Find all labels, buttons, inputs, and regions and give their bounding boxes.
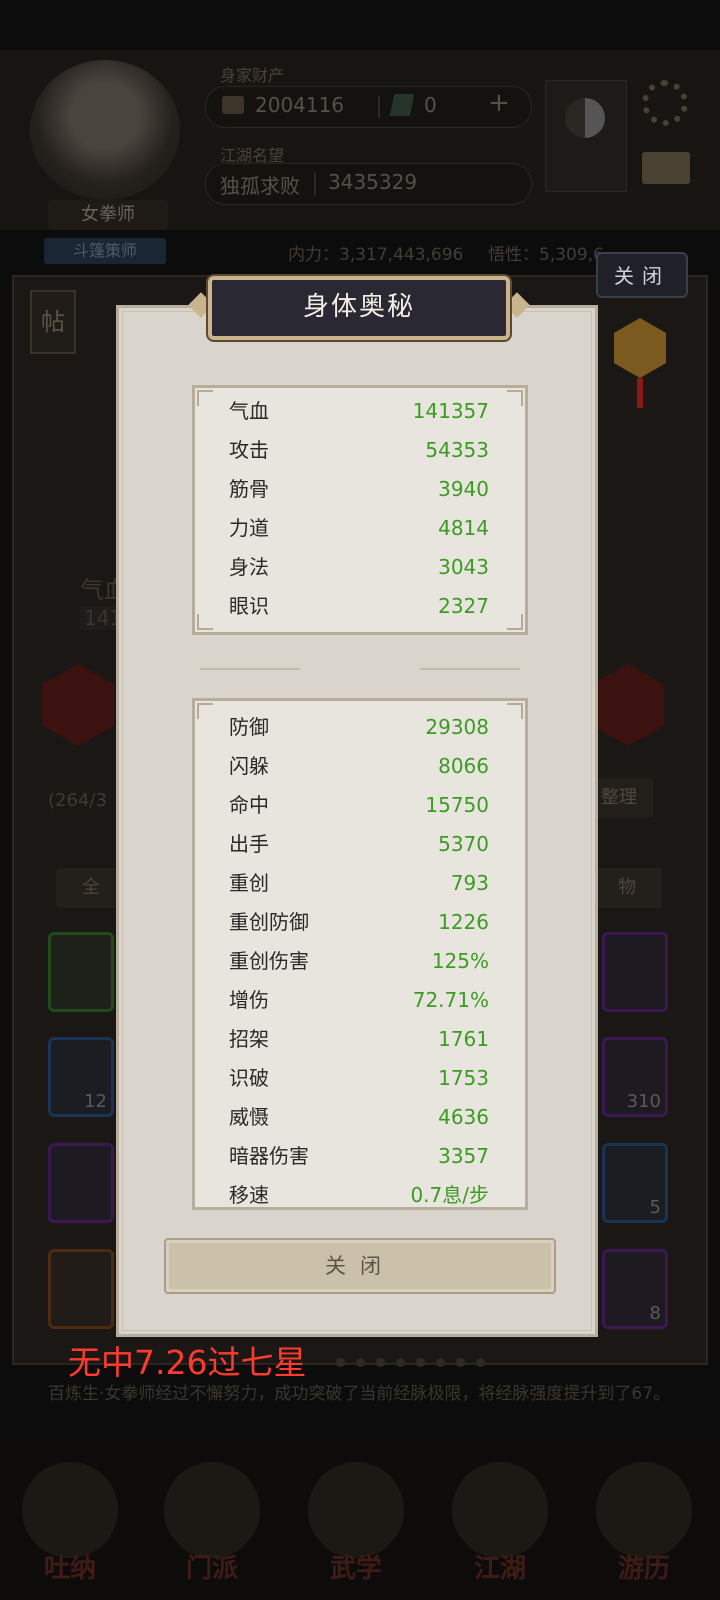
divider — [378, 96, 380, 118]
character-name: 女拳师 — [48, 200, 168, 230]
stat-row-hidden-weapon: 暗器伤害 3357 — [229, 1144, 489, 1168]
panel-corner — [507, 390, 523, 406]
event-log: 百炼生·女拳师经过不懈努力，成功突破了当前经脉极限，将经脉强度提升到了67。 — [48, 1384, 671, 1404]
youli-icon — [596, 1462, 692, 1558]
stat-row-attack: 攻击 54353 — [229, 438, 489, 462]
gear-icon[interactable] — [642, 80, 688, 126]
stat-row-crit-defense: 重创防御 1226 — [229, 910, 489, 934]
menpai-icon — [164, 1462, 260, 1558]
overlay-annotation: 无中7.26过七星 — [68, 1343, 307, 1382]
stat-row-constitution: 筋骨 3940 — [229, 477, 489, 501]
section-divider — [200, 665, 520, 673]
modal-close-button[interactable]: 关闭 — [164, 1238, 556, 1294]
panel-corner — [507, 614, 523, 630]
item-slot[interactable] — [48, 932, 114, 1012]
page-dots — [336, 1352, 496, 1371]
secondary-stats-panel[interactable]: 防御 29308 闪躲 8066 命中 15750 出手 5370 重创 793 重创防御… — [192, 698, 528, 1210]
charm-tassel — [637, 378, 643, 408]
panel-corner — [507, 703, 523, 719]
stat-row-hit: 命中 15750 — [229, 793, 489, 817]
character-avatar[interactable] — [30, 60, 180, 200]
inner-power: 内力：3,317,443,696 — [288, 245, 464, 265]
item-slot[interactable]: 8 — [602, 1249, 668, 1329]
wealth-label: 身家财产 — [220, 66, 285, 85]
stat-row-strength: 力道 4814 — [229, 516, 489, 540]
nav-wuxue[interactable]: 武学 — [296, 1462, 416, 1592]
wuxue-icon — [308, 1462, 404, 1558]
stat-row-intimidate: 威慑 4636 — [229, 1105, 489, 1129]
panel-corner — [197, 703, 213, 719]
stat-row-perception: 眼识 2327 — [229, 594, 489, 618]
mail-icon[interactable] — [642, 152, 690, 184]
stat-row-defense: 防御 29308 — [229, 715, 489, 739]
panel-corner — [197, 390, 213, 406]
modal-title: 身体奥秘 — [302, 292, 415, 322]
coin-icon — [222, 96, 244, 114]
jianghu-icon — [452, 1462, 548, 1558]
stat-row-crit: 重创 793 — [229, 871, 489, 895]
character-tag: 斗篷策师 — [44, 238, 166, 264]
bag-count: (264/3 — [48, 790, 107, 811]
rank-title: 独孤求败 — [220, 174, 300, 198]
rank-score: 3435329 — [328, 170, 418, 194]
stat-row-dodge: 闪躲 8066 — [229, 754, 489, 778]
nav-jianghu[interactable]: 江湖 — [440, 1462, 560, 1592]
item-slot[interactable]: 5 — [602, 1143, 668, 1223]
item-slot[interactable] — [48, 1143, 114, 1223]
tie-button[interactable]: 帖 — [30, 290, 76, 354]
coin-value: 2004116 — [255, 93, 345, 117]
stat-row-insight: 识破 1753 — [229, 1066, 489, 1090]
tuna-icon — [22, 1462, 118, 1558]
nav-menpai[interactable]: 门派 — [152, 1462, 272, 1592]
item-slot[interactable] — [602, 932, 668, 1012]
primary-stats-panel: 气血 141357 攻击 54353 筋骨 3940 力道 4814 身法 3043 眼识… — [192, 385, 528, 635]
item-slot[interactable]: 12 — [48, 1037, 114, 1117]
stat-row-move-speed: 移速 0.7息/步 — [229, 1183, 489, 1207]
taiji-icon — [565, 98, 605, 138]
gem-value: 0 — [424, 93, 437, 117]
panel-corner — [197, 614, 213, 630]
stat-row-parry: 招架 1761 — [229, 1027, 489, 1051]
stat-row-crit-damage: 重创伤害 125% — [229, 949, 489, 973]
item-slot[interactable]: 310 — [602, 1037, 668, 1117]
plus-icon[interactable]: + — [488, 88, 510, 118]
nav-tuna[interactable]: 吐纳 — [10, 1462, 130, 1592]
stat-row-damage-boost: 增伤 72.71% — [229, 988, 489, 1012]
stat-row-agility: 身法 3043 — [229, 555, 489, 579]
close-top-button[interactable]: 关闭 — [596, 252, 688, 298]
divider — [314, 173, 316, 195]
stat-row-speed: 出手 5370 — [229, 832, 489, 856]
stat-row-hp: 气血 141357 — [229, 399, 489, 423]
item-slot[interactable] — [48, 1249, 114, 1329]
nav-youli[interactable]: 游历 — [584, 1462, 704, 1592]
tab-item[interactable]: 物 — [592, 868, 662, 908]
